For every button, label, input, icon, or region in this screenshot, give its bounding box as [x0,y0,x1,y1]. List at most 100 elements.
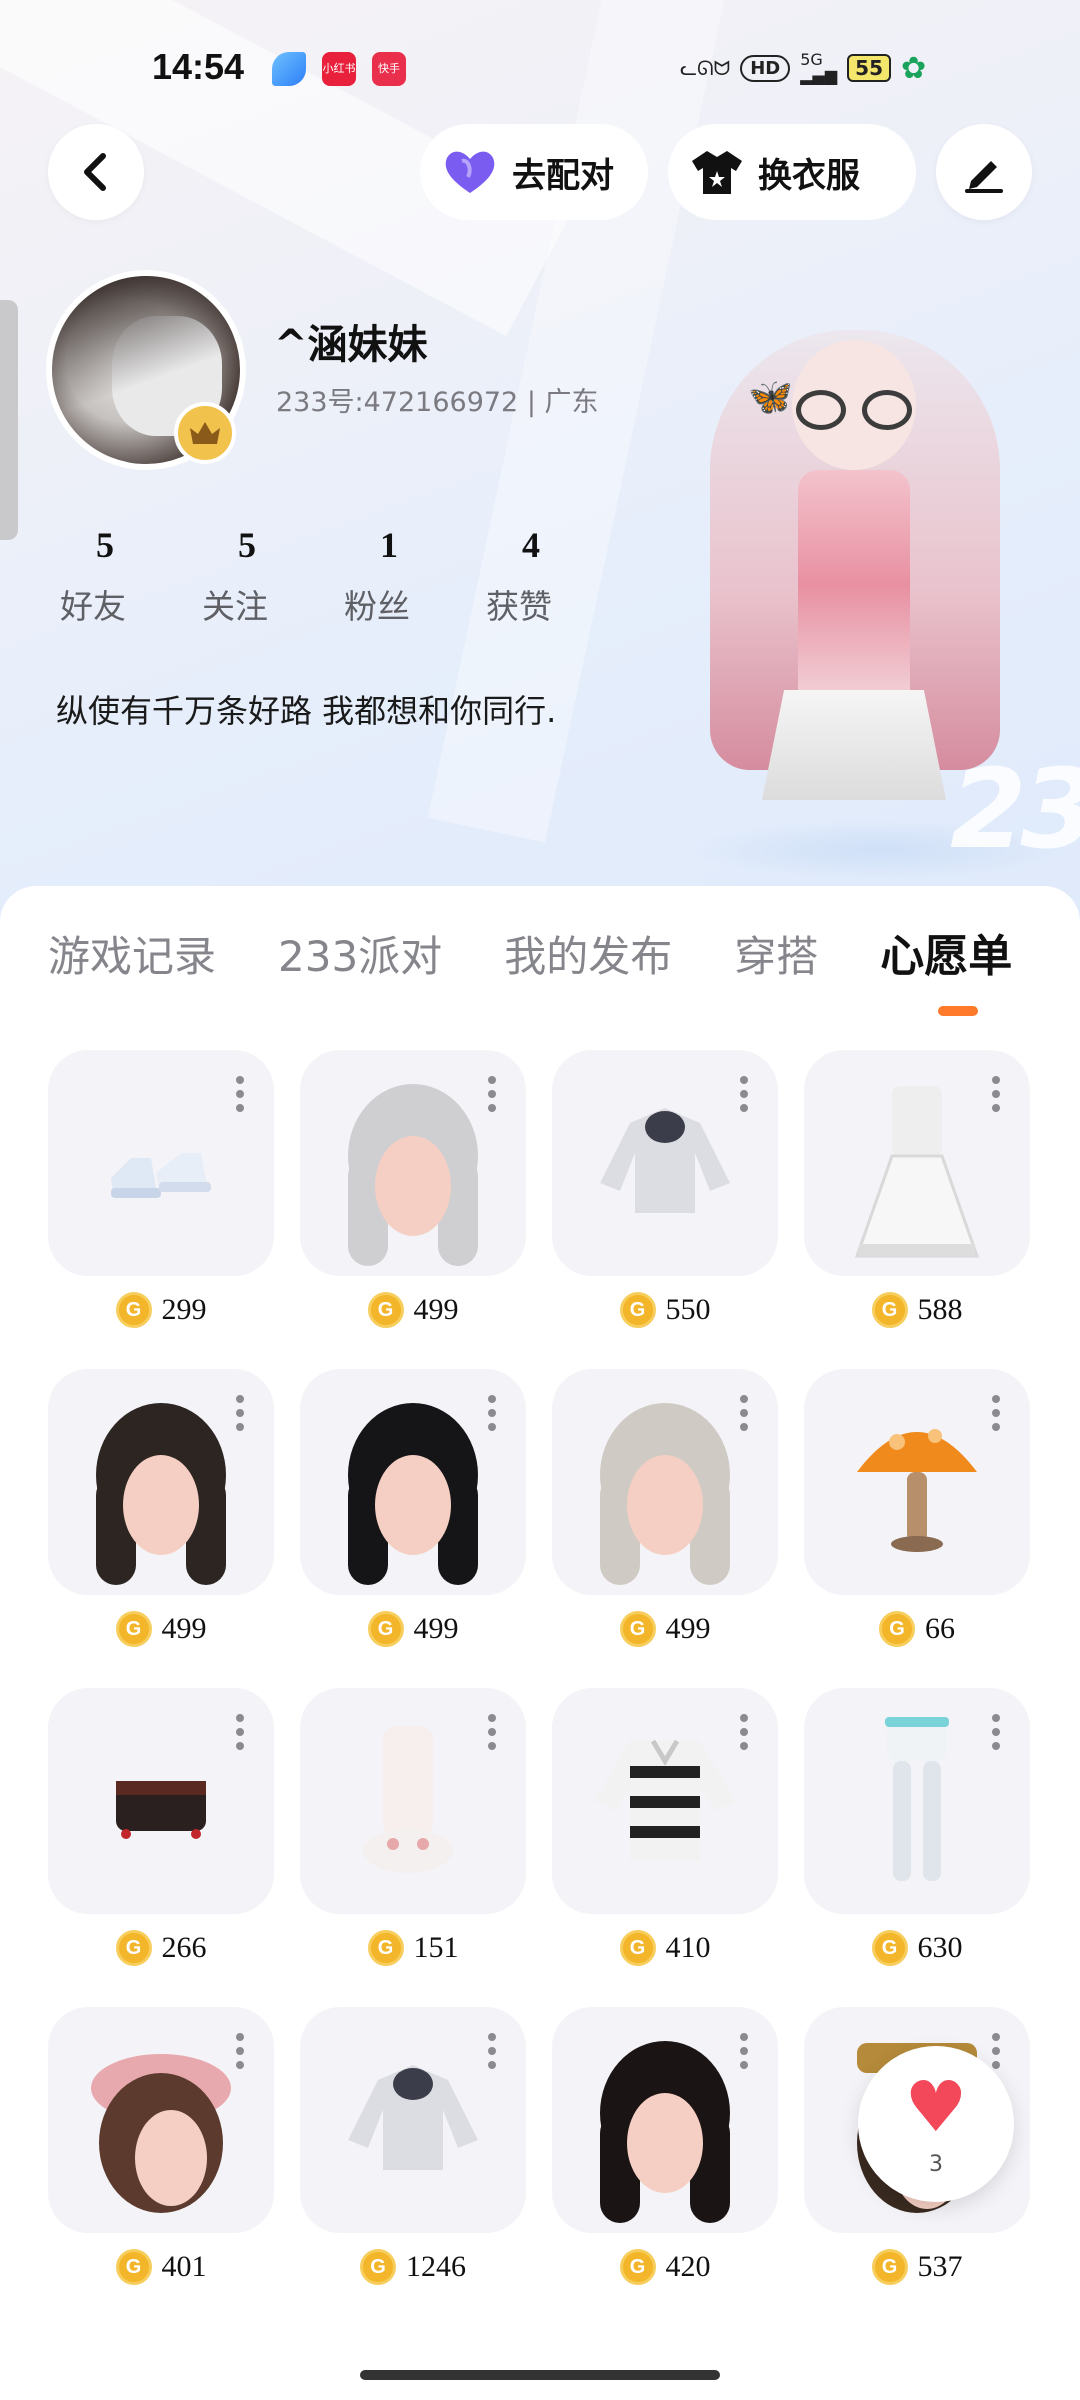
item-thumbnail[interactable] [552,1050,778,1276]
more-options-icon[interactable] [740,1076,748,1112]
battery-icon: 55 [847,54,892,82]
more-options-icon[interactable] [488,2033,496,2069]
item-thumbnail[interactable] [48,1050,274,1276]
item-thumbnail[interactable] [300,1688,526,1914]
coin-icon: G [871,1292,908,1328]
price-value: 630 [917,1931,963,1964]
coin-icon: G [871,2249,908,2285]
item-price: G 499 [48,1611,274,1647]
match-button[interactable]: 去配对 [420,124,648,220]
wishlist-item[interactable]: G 499 [300,1050,526,1350]
wishlist-item[interactable]: G 499 [552,1369,778,1669]
more-options-icon[interactable] [740,1714,748,1750]
wishlist-item[interactable]: G 66 [804,1369,1030,1669]
item-price: G 630 [804,1930,1030,1966]
wishlist-item[interactable]: G 151 [300,1688,526,1988]
more-options-icon[interactable] [992,2033,1000,2069]
system-icons: ᓚᘏᗢ HD 5G ▂▄▆ 55 ✿ [680,48,926,88]
wishlist-item[interactable]: G 299 [48,1050,274,1350]
stat-value: 4 [522,525,540,565]
signal-icon: 5G ▂▄▆ [800,50,838,85]
item-price: G 499 [300,1611,526,1647]
avatar-character[interactable] [700,290,1000,860]
user-avatar[interactable] [46,270,246,470]
more-options-icon[interactable] [236,1395,244,1431]
flower-icon: ✿ [901,50,927,86]
coin-icon: G [619,1930,656,1966]
item-thumbnail[interactable] [48,2007,274,2233]
wishlist-item[interactable]: G 499 [300,1369,526,1669]
wishlist-item[interactable]: G 499 [48,1369,274,1669]
status-time: 14:54 [152,46,245,87]
stat-value: 1 [380,525,398,565]
more-options-icon[interactable] [992,1714,1000,1750]
stat-following[interactable]: 5 关注 [202,524,344,628]
tab-game-history[interactable]: 游戏记录 [48,923,216,984]
character-dress [798,470,910,700]
stat-likes[interactable]: 4 获赞 [486,524,628,628]
stat-label: 关注 [202,587,268,626]
wishlist-item[interactable]: G 401 [48,2007,274,2307]
more-options-icon[interactable] [740,2033,748,2069]
more-options-icon[interactable] [236,1714,244,1750]
item-thumbnail[interactable] [552,2007,778,2233]
more-options-icon[interactable] [236,1076,244,1112]
more-options-icon[interactable] [488,1395,496,1431]
wishlist-item[interactable]: G 630 [804,1688,1030,1988]
price-value: 299 [161,1293,207,1326]
item-thumbnail[interactable] [300,2007,526,2233]
more-options-icon[interactable] [992,1395,1000,1431]
coin-icon: G [115,1611,152,1647]
stat-friends[interactable]: 5 好友 [60,524,202,628]
home-indicator[interactable] [360,2370,720,2380]
wishlist-item[interactable]: G 266 [48,1688,274,1988]
more-options-icon[interactable] [236,2033,244,2069]
item-price: G 299 [48,1292,274,1328]
price-value: 537 [917,2250,963,2283]
item-thumbnail[interactable] [804,1688,1030,1914]
wishlist-item[interactable]: G 410 [552,1688,778,1988]
item-price: G 588 [804,1292,1030,1328]
item-price: G 550 [552,1292,778,1328]
price-value: 410 [665,1931,711,1964]
item-price: G 420 [552,2249,778,2285]
price-value: 499 [665,1612,711,1645]
more-options-icon[interactable] [488,1714,496,1750]
item-price: G 410 [552,1930,778,1966]
back-button[interactable] [48,124,144,220]
coin-icon: G [619,1611,656,1647]
user-id-location: 233号:472166972 | 广东 [276,387,599,418]
like-button[interactable]: ♥ 3 [858,2046,1014,2202]
edit-profile-button[interactable] [936,124,1032,220]
stat-value: 5 [238,525,256,565]
wishlist-item[interactable]: G 588 [804,1050,1030,1350]
more-options-icon[interactable] [992,1076,1000,1112]
item-thumbnail[interactable] [552,1688,778,1914]
app-notification-icon [272,52,306,86]
wishlist-item[interactable]: G 550 [552,1050,778,1350]
wishlist-item[interactable]: G 420 [552,2007,778,2307]
more-options-icon[interactable] [740,1395,748,1431]
item-thumbnail[interactable] [804,1050,1030,1276]
stat-fans[interactable]: 1 粉丝 [344,524,486,628]
more-options-icon[interactable] [488,1076,496,1112]
tab-wishlist[interactable]: 心愿单 [880,920,1012,984]
tab-my-posts[interactable]: 我的发布 [504,923,672,984]
side-drawer-handle[interactable] [0,300,18,540]
item-thumbnail[interactable] [48,1688,274,1914]
wishlist-item[interactable]: G 1246 [300,2007,526,2307]
stat-value: 5 [96,525,114,565]
tab-outfits[interactable]: 穿搭 [734,923,818,984]
price-value: 550 [665,1293,711,1326]
item-thumbnail[interactable] [48,1369,274,1595]
tab-233-party[interactable]: 233派对 [278,923,442,984]
status-bar: 14:54 小红书 快手 ᓚᘏᗢ HD 5G ▂▄▆ 55 ✿ [0,0,1080,130]
item-thumbnail[interactable] [300,1369,526,1595]
change-outfit-button[interactable]: 换衣服 [668,124,916,220]
item-thumbnail[interactable] [804,1369,1030,1595]
coin-icon: G [115,1292,152,1328]
item-thumbnail[interactable] [552,1369,778,1595]
kuaishou-icon: 快手 [372,52,406,86]
item-thumbnail[interactable] [300,1050,526,1276]
change-outfit-label: 换衣服 [758,155,860,196]
